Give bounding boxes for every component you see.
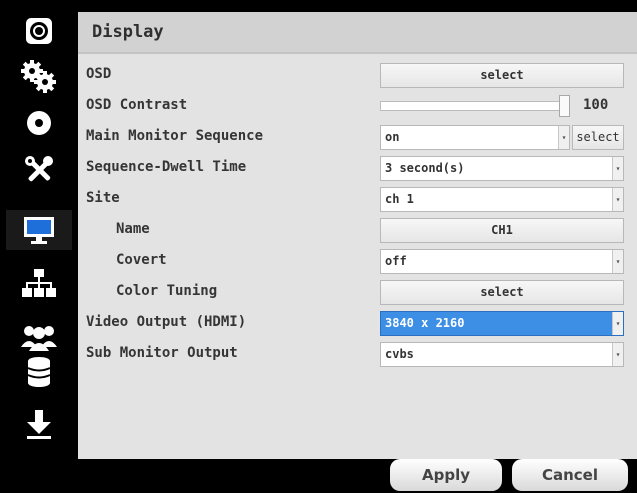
osd-select-button[interactable]: select [380,63,624,88]
sequence-dwell-time-label: Sequence-Dwell Time [86,159,247,175]
chevron-down-icon: ▾ [612,312,623,335]
page-title: Display [92,22,164,42]
sequence-dwell-time-dropdown[interactable]: 3 second(s) ▾ [380,156,624,181]
chevron-down-icon: ▾ [558,126,569,149]
name-label: Name [116,221,150,237]
covert-value: off [385,254,407,268]
apply-button[interactable]: Apply [390,459,502,491]
main-monitor-sequence-label: Main Monitor Sequence [86,128,264,144]
video-output-dropdown[interactable]: 3840 x 2160 ▾ [380,311,624,336]
disc-icon [27,111,51,135]
sub-monitor-output-value: cvbs [385,347,414,361]
sidebar-item-network[interactable] [6,263,72,303]
site-value: ch 1 [385,192,414,206]
gear-icon [21,60,56,93]
chevron-down-icon: ▾ [612,343,623,366]
display-settings-panel: Display OSD select OSD Contrast 100 Main… [78,12,637,459]
network-icon [22,269,56,297]
download-icon [27,410,51,439]
cancel-button[interactable]: Cancel [512,459,628,491]
sub-monitor-output-label: Sub Monitor Output [86,345,238,361]
sidebar [0,0,78,493]
tools-icon [25,156,53,182]
color-tuning-select-button[interactable]: select [380,280,624,305]
main-monitor-sequence-dropdown[interactable]: on ▾ [380,125,570,150]
osd-contrast-value: 100 [583,97,609,113]
main-monitor-sequence-select-button[interactable]: select [572,125,624,150]
video-output-value: 3840 x 2160 [385,316,465,330]
osd-contrast-label: OSD Contrast [86,97,188,113]
sub-monitor-output-dropdown[interactable]: cvbs ▾ [380,342,624,367]
sidebar-item-users[interactable] [6,317,72,357]
sequence-dwell-time-value: 3 second(s) [385,161,465,175]
panel-header: Display [78,12,637,54]
osd-contrast-slider-thumb[interactable] [559,95,570,117]
camera-icon [26,18,52,44]
covert-dropdown[interactable]: off ▾ [380,249,624,274]
chevron-down-icon: ▾ [612,157,623,180]
chevron-down-icon: ▾ [612,188,623,211]
database-icon [27,357,51,387]
site-dropdown[interactable]: ch 1 ▾ [380,187,624,212]
main-monitor-sequence-value: on [385,130,400,144]
sidebar-item-download[interactable] [6,404,72,444]
osd-contrast-slider[interactable] [380,101,568,111]
monitor-icon [24,217,54,244]
color-tuning-label: Color Tuning [116,283,218,299]
sidebar-item-storage[interactable] [6,352,72,392]
osd-label: OSD [86,66,112,82]
sidebar-item-camera[interactable] [6,11,72,51]
sidebar-item-tools[interactable] [6,150,72,190]
chevron-down-icon: ▾ [612,250,623,273]
sidebar-item-display[interactable] [6,210,72,250]
name-button[interactable]: CH1 [380,218,624,243]
video-output-label: Video Output (HDMI) [86,314,247,330]
sidebar-item-record[interactable] [6,103,72,143]
site-label: Site [86,190,120,206]
covert-label: Covert [116,252,167,268]
users-icon [21,326,57,351]
sidebar-item-setup[interactable] [6,57,72,97]
